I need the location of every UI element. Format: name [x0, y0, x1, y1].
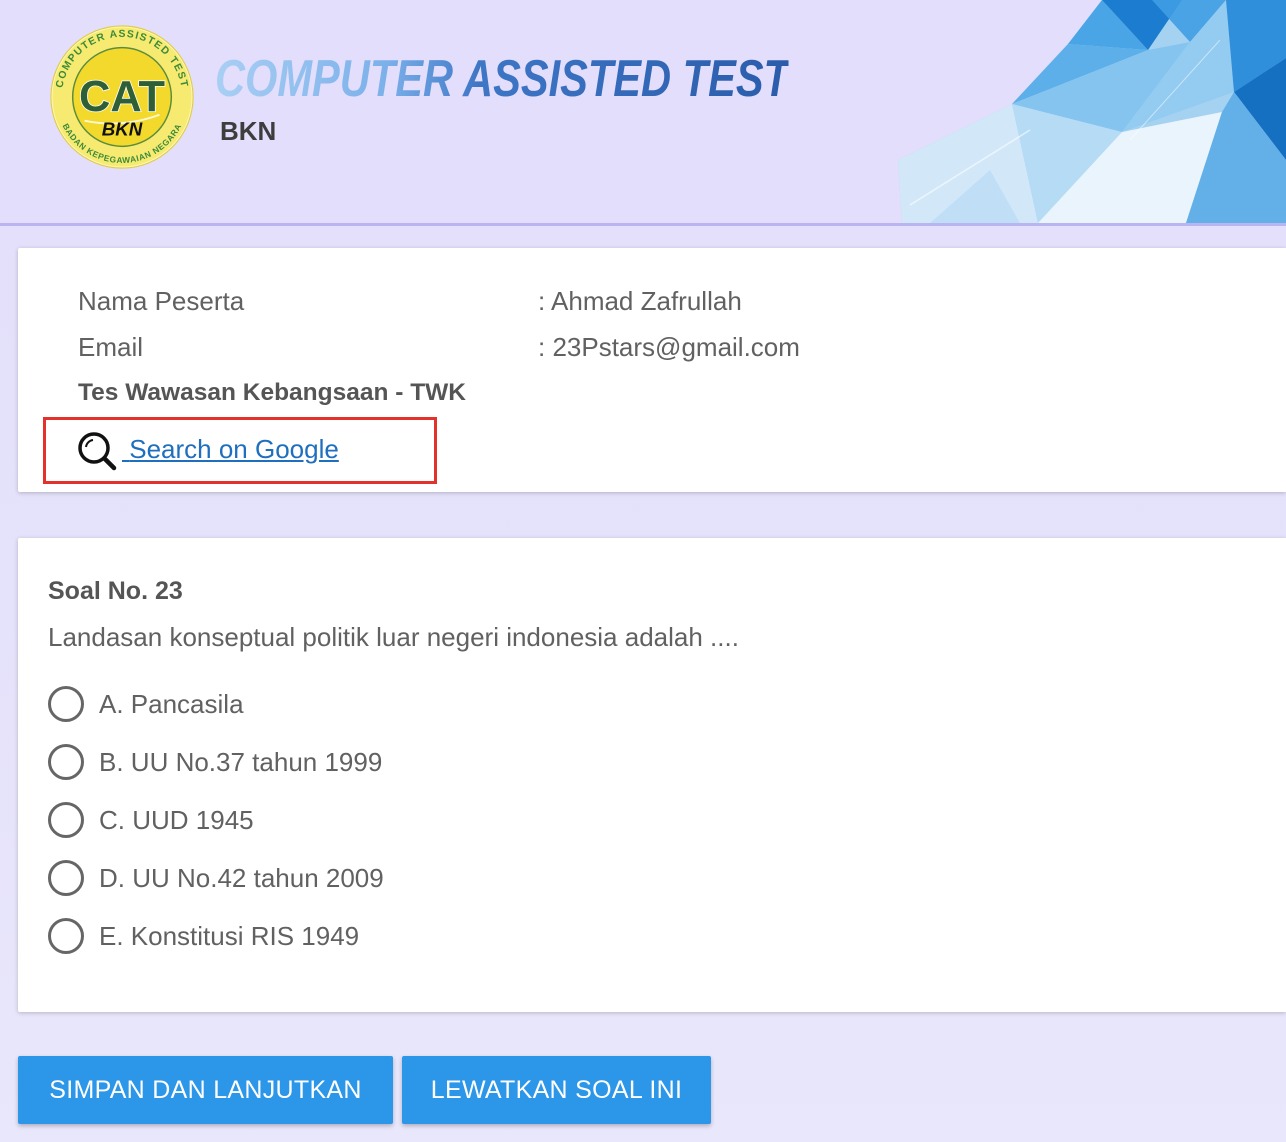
- magnifier-icon[interactable]: [76, 430, 118, 472]
- name-value: : Ahmad Zafrullah: [538, 286, 742, 316]
- test-title: Tes Wawasan Kebangsaan - TWK: [78, 379, 466, 406]
- skip-question-button[interactable]: LEWATKAN SOAL INI: [402, 1056, 711, 1124]
- cat-bkn-logo: COMPUTER ASSISTED TEST BADAN KEPEGAWAIAN…: [50, 25, 194, 169]
- header-crystal-decoration: [898, 0, 1286, 223]
- email-label: Email: [78, 332, 144, 362]
- email-value: : 23Pstars@gmail.com: [538, 332, 800, 362]
- radio-unchecked-icon[interactable]: [48, 860, 84, 896]
- option-label: E. Konstitusi RIS 1949: [99, 921, 360, 951]
- option-label: A. Pancasila: [99, 689, 244, 719]
- radio-unchecked-icon[interactable]: [48, 744, 84, 780]
- radio-unchecked-icon[interactable]: [48, 918, 84, 954]
- app-header: COMPUTER ASSISTED TEST BADAN KEPEGAWAIAN…: [0, 0, 1286, 226]
- answer-option-e[interactable]: E. Konstitusi RIS 1949: [48, 907, 748, 965]
- app-subtitle: BKN: [220, 116, 277, 146]
- save-and-continue-button[interactable]: SIMPAN DAN LANJUTKAN: [18, 1056, 393, 1124]
- question-text: Landasan konseptual politik luar negeri …: [48, 622, 739, 652]
- question-card: Soal No. 23 Landasan konseptual politik …: [18, 538, 1286, 1012]
- answer-option-c[interactable]: C. UUD 1945: [48, 791, 748, 849]
- logo-sub-text: BKN: [102, 118, 143, 139]
- radio-unchecked-icon[interactable]: [48, 686, 84, 722]
- participant-info-card: Nama Peserta : Ahmad Zafrullah Email : 2…: [18, 248, 1286, 492]
- option-label: C. UUD 1945: [99, 805, 254, 835]
- logo-center-text: CAT: [79, 73, 165, 121]
- app-title: COMPUTER ASSISTED TEST: [215, 50, 789, 108]
- name-label: Nama Peserta: [78, 286, 245, 316]
- radio-unchecked-icon[interactable]: [48, 802, 84, 838]
- answer-option-d[interactable]: D. UU No.42 tahun 2009: [48, 849, 748, 907]
- search-on-google-link[interactable]: Search on Google: [122, 426, 339, 472]
- answer-option-a[interactable]: A. Pancasila: [48, 675, 748, 733]
- answer-option-b[interactable]: B. UU No.37 tahun 1999: [48, 733, 748, 791]
- option-label: D. UU No.42 tahun 2009: [99, 863, 384, 893]
- option-label: B. UU No.37 tahun 1999: [99, 747, 383, 777]
- question-number: Soal No. 23: [48, 577, 183, 605]
